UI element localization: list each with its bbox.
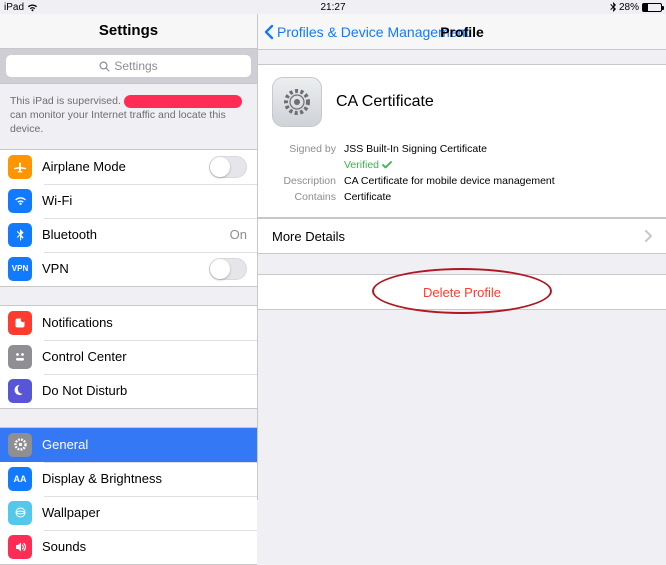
chevron-left-icon xyxy=(262,23,276,41)
sidebar-item-label: Do Not Disturb xyxy=(42,383,247,398)
description-value: CA Certificate for mobile device managem… xyxy=(344,175,555,187)
sidebar-item-label: Display & Brightness xyxy=(42,471,247,486)
detail-header: Profiles & Device Management Profile xyxy=(258,14,666,50)
chevron-right-icon xyxy=(644,230,652,242)
signed-by-label: Signed by xyxy=(272,143,336,155)
search-icon xyxy=(99,61,110,72)
notifications-icon xyxy=(8,311,32,335)
sound-icon xyxy=(8,535,32,559)
profile-name: CA Certificate xyxy=(336,93,434,111)
display-icon: AA xyxy=(8,467,32,491)
settings-sidebar: Settings Settings This iPad is supervise… xyxy=(0,14,258,500)
description-label: Description xyxy=(272,175,336,187)
sidebar-item-airplane[interactable]: Airplane Mode xyxy=(0,150,257,184)
contains-label: Contains xyxy=(272,191,336,203)
gear-icon xyxy=(8,433,32,457)
profile-gear-icon xyxy=(272,77,322,127)
sidebar-item-label: Control Center xyxy=(42,349,247,364)
sidebar-item-control-center[interactable]: Control Center xyxy=(0,340,257,374)
carrier-label: iPad xyxy=(4,2,24,13)
vpn-icon: VPN xyxy=(8,257,32,281)
sidebar-group-general: General AA Display & Brightness Wallpape… xyxy=(0,427,257,565)
redacted-org xyxy=(124,95,242,108)
verified-badge: Verified xyxy=(344,159,392,171)
sidebar-item-sounds[interactable]: Sounds xyxy=(0,530,257,564)
profile-card: CA Certificate Signed by JSS Built-In Si… xyxy=(258,64,666,218)
sidebar-item-dnd[interactable]: Do Not Disturb xyxy=(0,374,257,408)
sidebar-item-bluetooth[interactable]: Bluetooth On xyxy=(0,218,257,252)
battery-pct: 28% xyxy=(619,2,639,13)
more-details-row[interactable]: More Details xyxy=(258,218,666,254)
wallpaper-icon xyxy=(8,501,32,525)
detail-title: Profile xyxy=(440,24,484,40)
sidebar-item-label: Notifications xyxy=(42,315,247,330)
airplane-icon xyxy=(8,155,32,179)
bluetooth-value: On xyxy=(230,227,247,242)
delete-label: Delete Profile xyxy=(423,285,501,300)
moon-icon xyxy=(8,379,32,403)
delete-profile-button[interactable]: Delete Profile xyxy=(258,274,666,310)
toggle[interactable] xyxy=(209,258,247,280)
check-icon xyxy=(382,161,392,169)
sidebar-item-label: VPN xyxy=(42,261,209,276)
sidebar-title: Settings xyxy=(0,14,257,49)
toggle[interactable] xyxy=(209,156,247,178)
bluetooth-icon xyxy=(610,2,616,12)
sidebar-item-label: Sounds xyxy=(42,539,247,554)
signed-by-value: JSS Built-In Signing Certificate xyxy=(344,143,487,155)
more-details-label: More Details xyxy=(272,229,345,244)
status-bar: iPad 21:27 28% xyxy=(0,0,666,14)
sidebar-item-vpn[interactable]: VPN VPN xyxy=(0,252,257,286)
sidebar-item-notifications[interactable]: Notifications xyxy=(0,306,257,340)
sidebar-group-connectivity: Airplane Mode Wi-Fi Bluetooth On VPN VPN xyxy=(0,149,257,287)
sidebar-item-general[interactable]: General xyxy=(0,428,257,462)
bluetooth-icon xyxy=(8,223,32,247)
sidebar-item-wallpaper[interactable]: Wallpaper xyxy=(0,496,257,530)
contains-value: Certificate xyxy=(344,191,391,203)
supervise-notice: This iPad is supervised. can monitor you… xyxy=(0,84,257,149)
search-placeholder: Settings xyxy=(114,59,157,73)
profile-details: Signed by JSS Built-In Signing Certifica… xyxy=(272,141,652,205)
wifi-icon xyxy=(8,189,32,213)
sidebar-item-label: Airplane Mode xyxy=(42,159,209,174)
sidebar-item-display[interactable]: AA Display & Brightness xyxy=(0,462,257,496)
clock: 21:27 xyxy=(320,2,345,13)
back-button[interactable]: Profiles & Device Management xyxy=(258,23,469,41)
sidebar-item-label: General xyxy=(42,437,247,452)
detail-pane: Profiles & Device Management Profile CA … xyxy=(258,14,666,500)
wifi-icon xyxy=(27,3,38,12)
sidebar-item-wifi[interactable]: Wi-Fi xyxy=(0,184,257,218)
sidebar-item-label: Bluetooth xyxy=(42,227,230,242)
sidebar-group-notifiers: Notifications Control Center Do Not Dist… xyxy=(0,305,257,409)
sidebar-item-label: Wallpaper xyxy=(42,505,247,520)
sidebar-item-label: Wi-Fi xyxy=(42,193,247,208)
control-center-icon xyxy=(8,345,32,369)
battery-icon xyxy=(642,3,662,12)
search-input[interactable]: Settings xyxy=(6,55,251,77)
